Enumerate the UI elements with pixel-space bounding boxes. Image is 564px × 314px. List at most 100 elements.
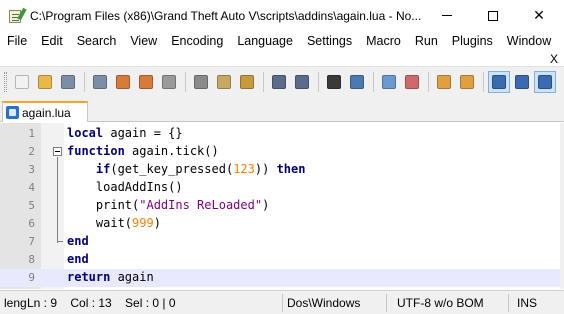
code-line[interactable]: 4 loadAddIns(): [0, 179, 560, 197]
maximize-button[interactable]: [470, 0, 516, 31]
menu-plugins[interactable]: Plugins: [445, 34, 500, 48]
sync-vertical-icon: [437, 74, 451, 89]
line-number: 5: [28, 199, 35, 212]
close-document-button[interactable]: X: [550, 52, 558, 66]
code-line[interactable]: 7 end: [0, 233, 560, 251]
show-all-chars-icon: [515, 74, 529, 89]
menu-edit[interactable]: Edit: [34, 34, 70, 48]
print-button[interactable]: [158, 71, 180, 93]
tab-again-lua[interactable]: again.lua: [2, 101, 88, 122]
line-number: 8: [28, 253, 35, 266]
new-file-icon: [15, 74, 29, 89]
maximize-icon: [488, 10, 498, 21]
fold-toggle-icon[interactable]: [53, 147, 62, 156]
menu-view[interactable]: View: [123, 34, 164, 48]
code-text: loadAddIns(): [67, 180, 183, 194]
paste-button[interactable]: [236, 71, 258, 93]
cut-icon: [194, 74, 208, 89]
close-button[interactable]: [112, 71, 134, 93]
copy-icon: [217, 74, 231, 89]
replace-button[interactable]: [346, 71, 368, 93]
redo-icon: [295, 74, 309, 89]
code-text: if(get_key_pressed(123)) then: [95, 162, 306, 176]
line-number: 7: [28, 235, 35, 248]
toolbar: [0, 66, 564, 96]
zoom-in-button[interactable]: [378, 71, 400, 93]
menu-macro[interactable]: Macro: [359, 34, 408, 48]
menu-file[interactable]: File: [0, 34, 34, 48]
show-all-chars-button[interactable]: [511, 71, 533, 93]
open-file-button[interactable]: [34, 71, 56, 93]
toolbar-separator: [373, 71, 374, 92]
fold-end-marker: [57, 233, 63, 242]
minimize-icon: [442, 15, 452, 16]
menu-bar: File Edit Search View Encoding Language …: [0, 31, 564, 51]
code-editor[interactable]: 1 local again = {} 2 function again.tick() 3…: [0, 123, 560, 289]
save-button[interactable]: [57, 71, 79, 93]
sync-horizontal-button[interactable]: [456, 71, 478, 93]
minimize-button[interactable]: [424, 0, 470, 31]
status-eol: Dos\Windows: [287, 296, 361, 310]
fold-guide-line: [57, 157, 58, 243]
code-text: end: [67, 252, 89, 266]
zoom-out-button[interactable]: [401, 71, 423, 93]
code-line[interactable]: 1 local again = {}: [0, 125, 560, 143]
save-icon: [61, 74, 75, 89]
sync-vertical-button[interactable]: [433, 71, 455, 93]
vertical-scrollbar[interactable]: [560, 123, 564, 289]
close-all-button[interactable]: [135, 71, 157, 93]
code-text: wait(999): [67, 216, 161, 230]
status-divider: [282, 294, 283, 312]
code-text: end: [67, 234, 89, 248]
menu-run[interactable]: Run: [408, 34, 445, 48]
copy-button[interactable]: [213, 71, 235, 93]
code-line[interactable]: 6 wait(999): [0, 215, 560, 233]
replace-icon: [350, 74, 364, 89]
close-all-icon: [139, 74, 153, 89]
toolbar-separator: [483, 71, 484, 92]
toolbar-separator: [428, 71, 429, 92]
open-file-icon: [38, 74, 52, 89]
tab-bar: again.lua: [0, 96, 564, 122]
line-number: 6: [28, 217, 35, 230]
tab-label: again.lua: [22, 105, 71, 120]
new-file-button[interactable]: [11, 71, 33, 93]
line-number: 1: [28, 127, 35, 140]
status-divider: [508, 294, 509, 312]
menu-encoding[interactable]: Encoding: [164, 34, 230, 48]
toolbar-separator: [263, 71, 264, 92]
word-wrap-button[interactable]: [488, 70, 510, 93]
menu-window[interactable]: Window: [500, 34, 558, 48]
find-button[interactable]: [323, 71, 345, 93]
line-number: 9: [28, 271, 35, 284]
menu-language[interactable]: Language: [230, 34, 300, 48]
code-line[interactable]: 3 if(get_key_pressed(123)) then: [0, 161, 560, 179]
menu-search[interactable]: Search: [70, 34, 124, 48]
redo-button[interactable]: [291, 71, 313, 93]
line-number: 4: [28, 181, 35, 194]
word-wrap-icon: [492, 74, 506, 89]
line-number: 2: [28, 145, 35, 158]
code-line[interactable]: 8 end: [0, 251, 560, 269]
code-line[interactable]: 9 return again: [0, 269, 560, 287]
zoom-out-icon: [405, 74, 419, 89]
status-insert-mode: INS: [517, 296, 538, 310]
toolbar-separator: [185, 71, 186, 92]
toolbar-separator: [318, 71, 319, 92]
code-line[interactable]: 5 print("AddIns ReLoaded"): [0, 197, 560, 215]
indent-guide-icon: [538, 74, 552, 89]
undo-button[interactable]: [268, 71, 290, 93]
code-text: print("AddIns ReLoaded"): [67, 198, 270, 212]
saved-file-icon: [6, 106, 19, 119]
save-all-button[interactable]: [89, 71, 111, 93]
line-number: 3: [28, 163, 35, 176]
close-window-button[interactable]: ✕: [516, 0, 562, 31]
menu-settings[interactable]: Settings: [300, 34, 359, 48]
code-line[interactable]: 2 function again.tick(): [0, 143, 560, 161]
find-icon: [327, 74, 341, 89]
indent-guide-button[interactable]: [534, 70, 556, 93]
title-bar: C:\Program Files (x86)\Grand Theft Auto …: [0, 0, 564, 31]
toolbar-grip[interactable]: [4, 71, 7, 92]
menu-help[interactable]: ?: [558, 34, 564, 48]
cut-button[interactable]: [190, 71, 212, 93]
